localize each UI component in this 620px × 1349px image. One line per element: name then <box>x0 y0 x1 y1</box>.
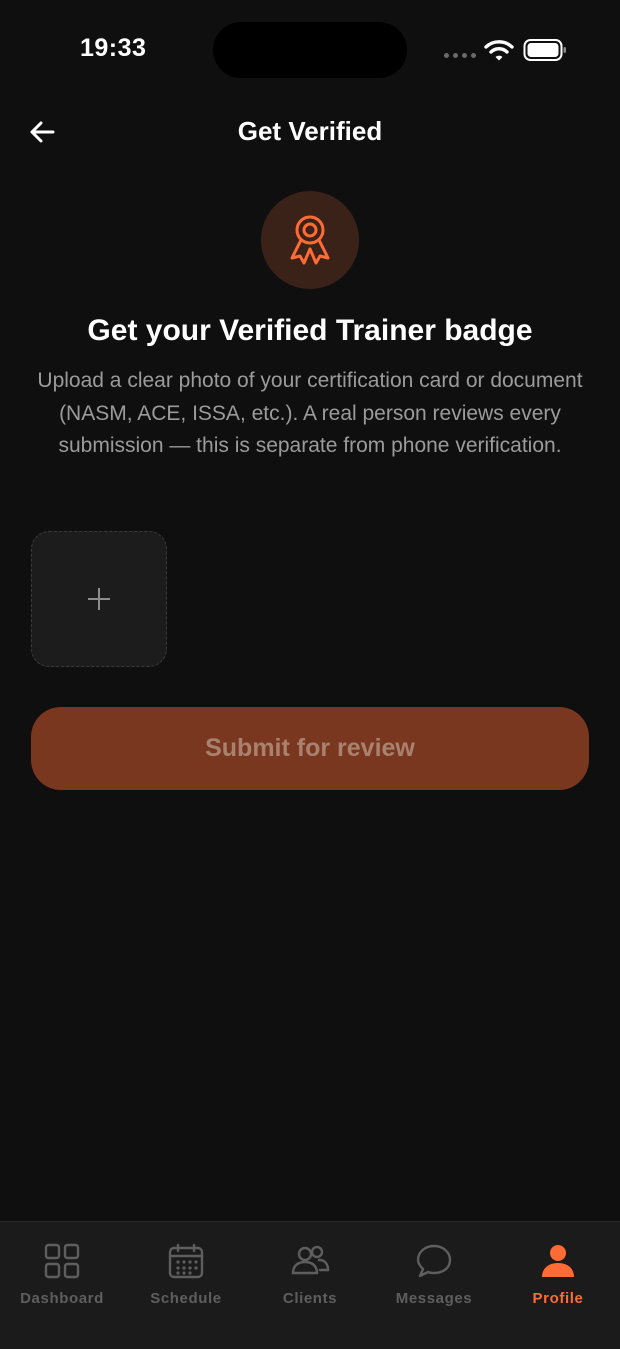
tab-messages[interactable]: Messages <box>372 1242 496 1322</box>
plus-icon <box>88 588 110 610</box>
chat-bubble-icon <box>416 1244 452 1278</box>
hero-description: Upload a clear photo of your certificati… <box>37 369 583 457</box>
nav-header: Get Verified <box>0 100 620 164</box>
page-title: Get Verified <box>237 116 383 146</box>
cellular-signal-icon <box>444 53 476 59</box>
dynamic-island <box>213 22 407 78</box>
bottom-tab-bar: Dashboard Schedule Clients Messages Prof… <box>0 1221 620 1349</box>
battery-icon <box>523 39 566 61</box>
tab-label-messages: Messages <box>395 1290 473 1307</box>
badge-icon-container <box>261 191 359 289</box>
tab-label-schedule: Schedule <box>150 1290 222 1307</box>
status-bar: 19:33 <box>0 0 620 100</box>
grid-icon <box>44 1243 80 1279</box>
person-icon <box>542 1245 574 1277</box>
calendar-icon <box>168 1243 204 1279</box>
users-icon <box>291 1245 330 1275</box>
tab-label-profile: Profile <box>532 1290 584 1307</box>
tab-dashboard[interactable]: Dashboard <box>0 1242 124 1322</box>
hero-title: Get your Verified Trainer badge <box>87 314 533 347</box>
submit-for-review-button[interactable]: Submit for review <box>31 707 589 790</box>
award-ribbon-icon <box>290 215 330 265</box>
tab-profile[interactable]: Profile <box>496 1242 620 1322</box>
wifi-icon <box>484 40 514 61</box>
upload-photo-button[interactable] <box>31 531 167 667</box>
status-time: 19:33 <box>80 34 147 62</box>
tab-schedule[interactable]: Schedule <box>124 1242 248 1322</box>
tab-label-dashboard: Dashboard <box>20 1290 104 1307</box>
tab-clients[interactable]: Clients <box>248 1242 372 1322</box>
tab-label-clients: Clients <box>282 1290 338 1307</box>
